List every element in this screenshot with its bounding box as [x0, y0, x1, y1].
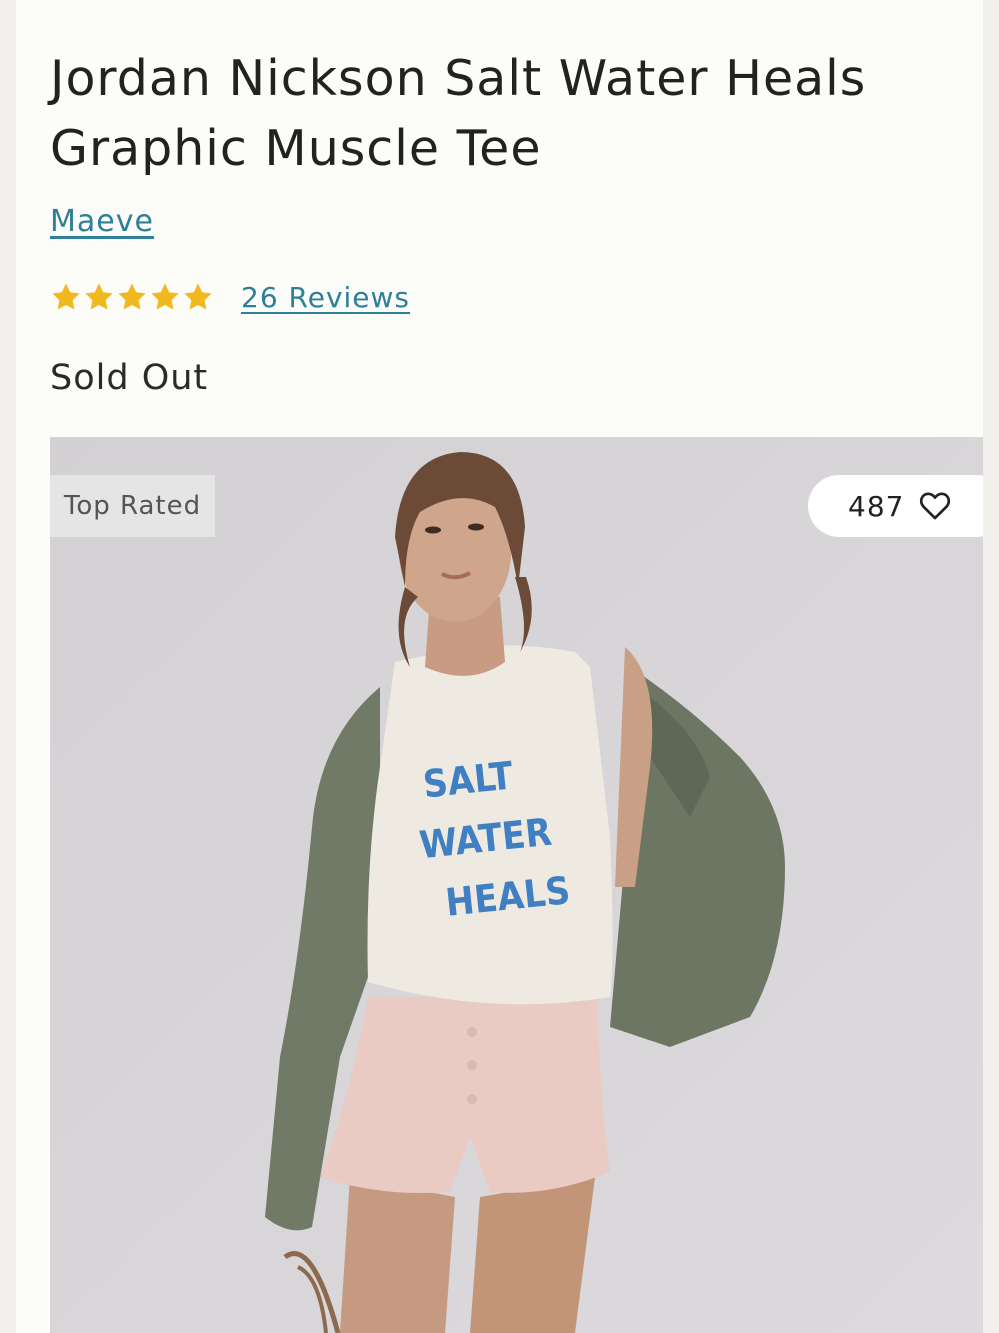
star-icon — [50, 281, 82, 313]
shirt-print-line: SALT — [421, 753, 516, 806]
wishlist-button[interactable]: 487 — [808, 475, 983, 537]
heart-icon — [918, 489, 952, 523]
reviews-link[interactable]: 26 Reviews — [241, 281, 410, 314]
star-icon — [149, 281, 181, 313]
product-image[interactable]: SALT WATER HEALS Top Rated 487 — [50, 437, 983, 1333]
product-detail-page: Jordan Nickson Salt Water Heals Graphic … — [16, 0, 983, 1333]
stock-status: Sold Out — [50, 358, 209, 398]
star-icon — [116, 281, 148, 313]
brand-link[interactable]: Maeve — [50, 204, 154, 239]
product-title: Jordan Nickson Salt Water Heals Graphic … — [50, 50, 867, 177]
wishlist-count: 487 — [848, 489, 905, 523]
rating-row: 26 Reviews — [50, 276, 410, 318]
star-rating — [50, 281, 214, 313]
model-photo: SALT WATER HEALS — [50, 437, 983, 1333]
star-icon — [83, 281, 115, 313]
star-icon — [182, 281, 214, 313]
top-rated-badge: Top Rated — [50, 475, 215, 537]
